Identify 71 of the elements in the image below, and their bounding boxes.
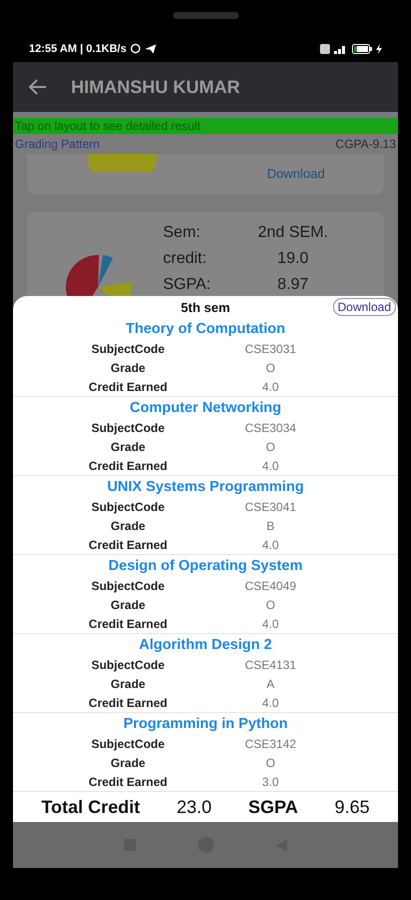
field-label: SGPA: bbox=[163, 276, 212, 294]
subject-name: Design of Operating System bbox=[107, 557, 304, 576]
row-label: SubjectCode bbox=[90, 737, 166, 752]
field-value: 2nd SEM. bbox=[256, 224, 330, 242]
grading-pattern-link[interactable]: Grading Pattern bbox=[15, 137, 100, 151]
result-card[interactable]: Download bbox=[27, 154, 384, 194]
field-value: 8.97 bbox=[276, 276, 310, 294]
chat-icon bbox=[130, 43, 142, 54]
pie-chart-drawing bbox=[87, 154, 157, 172]
sheet-title: 5th sem bbox=[180, 300, 230, 314]
cgpa-text: CGPA-9.13 bbox=[336, 137, 396, 151]
total-label: SGPA bbox=[248, 796, 298, 818]
subject-name: Computer Networking bbox=[128, 399, 282, 418]
row-label: Grade bbox=[110, 677, 146, 691]
download-link[interactable]: Download bbox=[267, 166, 325, 181]
row-label: Grade bbox=[110, 519, 146, 533]
total-label: Total Credit bbox=[41, 796, 140, 818]
field-label: Sem: bbox=[163, 224, 202, 242]
row-label: Credit Earned bbox=[88, 616, 168, 631]
back-arrow-icon[interactable] bbox=[29, 79, 47, 95]
row-value: 4.0 bbox=[261, 696, 280, 710]
row-label: Grade bbox=[110, 440, 146, 454]
row-value: 4.0 bbox=[261, 538, 280, 552]
row-value: 4.0 bbox=[261, 458, 280, 473]
row-label: Credit Earned bbox=[88, 696, 168, 710]
row-value: B bbox=[265, 519, 276, 533]
status-time: 12:55 AM | 0.1KB/s bbox=[29, 42, 126, 54]
row-label: SubjectCode bbox=[90, 579, 166, 594]
row-label: Grade bbox=[110, 598, 146, 612]
row-value: O bbox=[264, 598, 276, 612]
row-value: CSE3031 bbox=[244, 342, 298, 356]
row-label: SubjectCode bbox=[90, 658, 166, 672]
subject-name: Theory of Computation bbox=[124, 320, 286, 339]
row-label: Credit Earned bbox=[88, 380, 168, 394]
subject-name: UNIX Systems Programming bbox=[106, 478, 305, 497]
row-label: Grade bbox=[110, 756, 146, 770]
row-label: SubjectCode bbox=[90, 342, 166, 356]
row-label: Credit Earned bbox=[88, 774, 168, 789]
row-value: O bbox=[264, 361, 276, 375]
row-label: SubjectCode bbox=[90, 421, 166, 436]
row-value: 3.0 bbox=[261, 774, 280, 789]
row-value: 4.0 bbox=[261, 380, 280, 394]
subject-name: Programming in Python bbox=[122, 715, 289, 734]
row-value: CSE3034 bbox=[244, 421, 298, 436]
sim-icon bbox=[320, 44, 330, 54]
row-value: 4.0 bbox=[261, 616, 280, 631]
speaker-grille bbox=[172, 12, 238, 19]
hint-banner: Tap on layout to see detailed result bbox=[13, 118, 398, 134]
row-label: SubjectCode bbox=[90, 500, 166, 514]
field-label: credit: bbox=[163, 250, 208, 268]
charging-icon bbox=[376, 44, 382, 54]
row-label: Credit Earned bbox=[88, 458, 168, 473]
subject-name: Algorithm Design 2 bbox=[138, 636, 273, 655]
row-value: CSE4131 bbox=[244, 658, 298, 672]
battery-icon bbox=[352, 44, 372, 54]
row-value: CSE4049 bbox=[244, 579, 298, 594]
row-value: O bbox=[264, 440, 276, 454]
signal-icon bbox=[334, 44, 348, 54]
result-card[interactable]: Sem: 2nd SEM. credit: 19.0 SGPA: 8.97 bbox=[27, 212, 384, 296]
app-title: HIMANSHU KUMAR bbox=[71, 76, 240, 98]
row-value: O bbox=[264, 756, 276, 770]
total-value: 23.0 bbox=[176, 796, 212, 818]
download-button[interactable]: Download bbox=[332, 298, 396, 316]
row-value: CSE3142 bbox=[244, 737, 298, 752]
row-label: Credit Earned bbox=[88, 538, 168, 552]
field-value: 19.0 bbox=[276, 250, 310, 268]
row-value: A bbox=[265, 677, 276, 691]
row-label: Grade bbox=[110, 361, 146, 375]
row-value: CSE3041 bbox=[244, 500, 298, 514]
send-icon bbox=[145, 44, 156, 54]
total-value: 9.65 bbox=[334, 796, 370, 818]
